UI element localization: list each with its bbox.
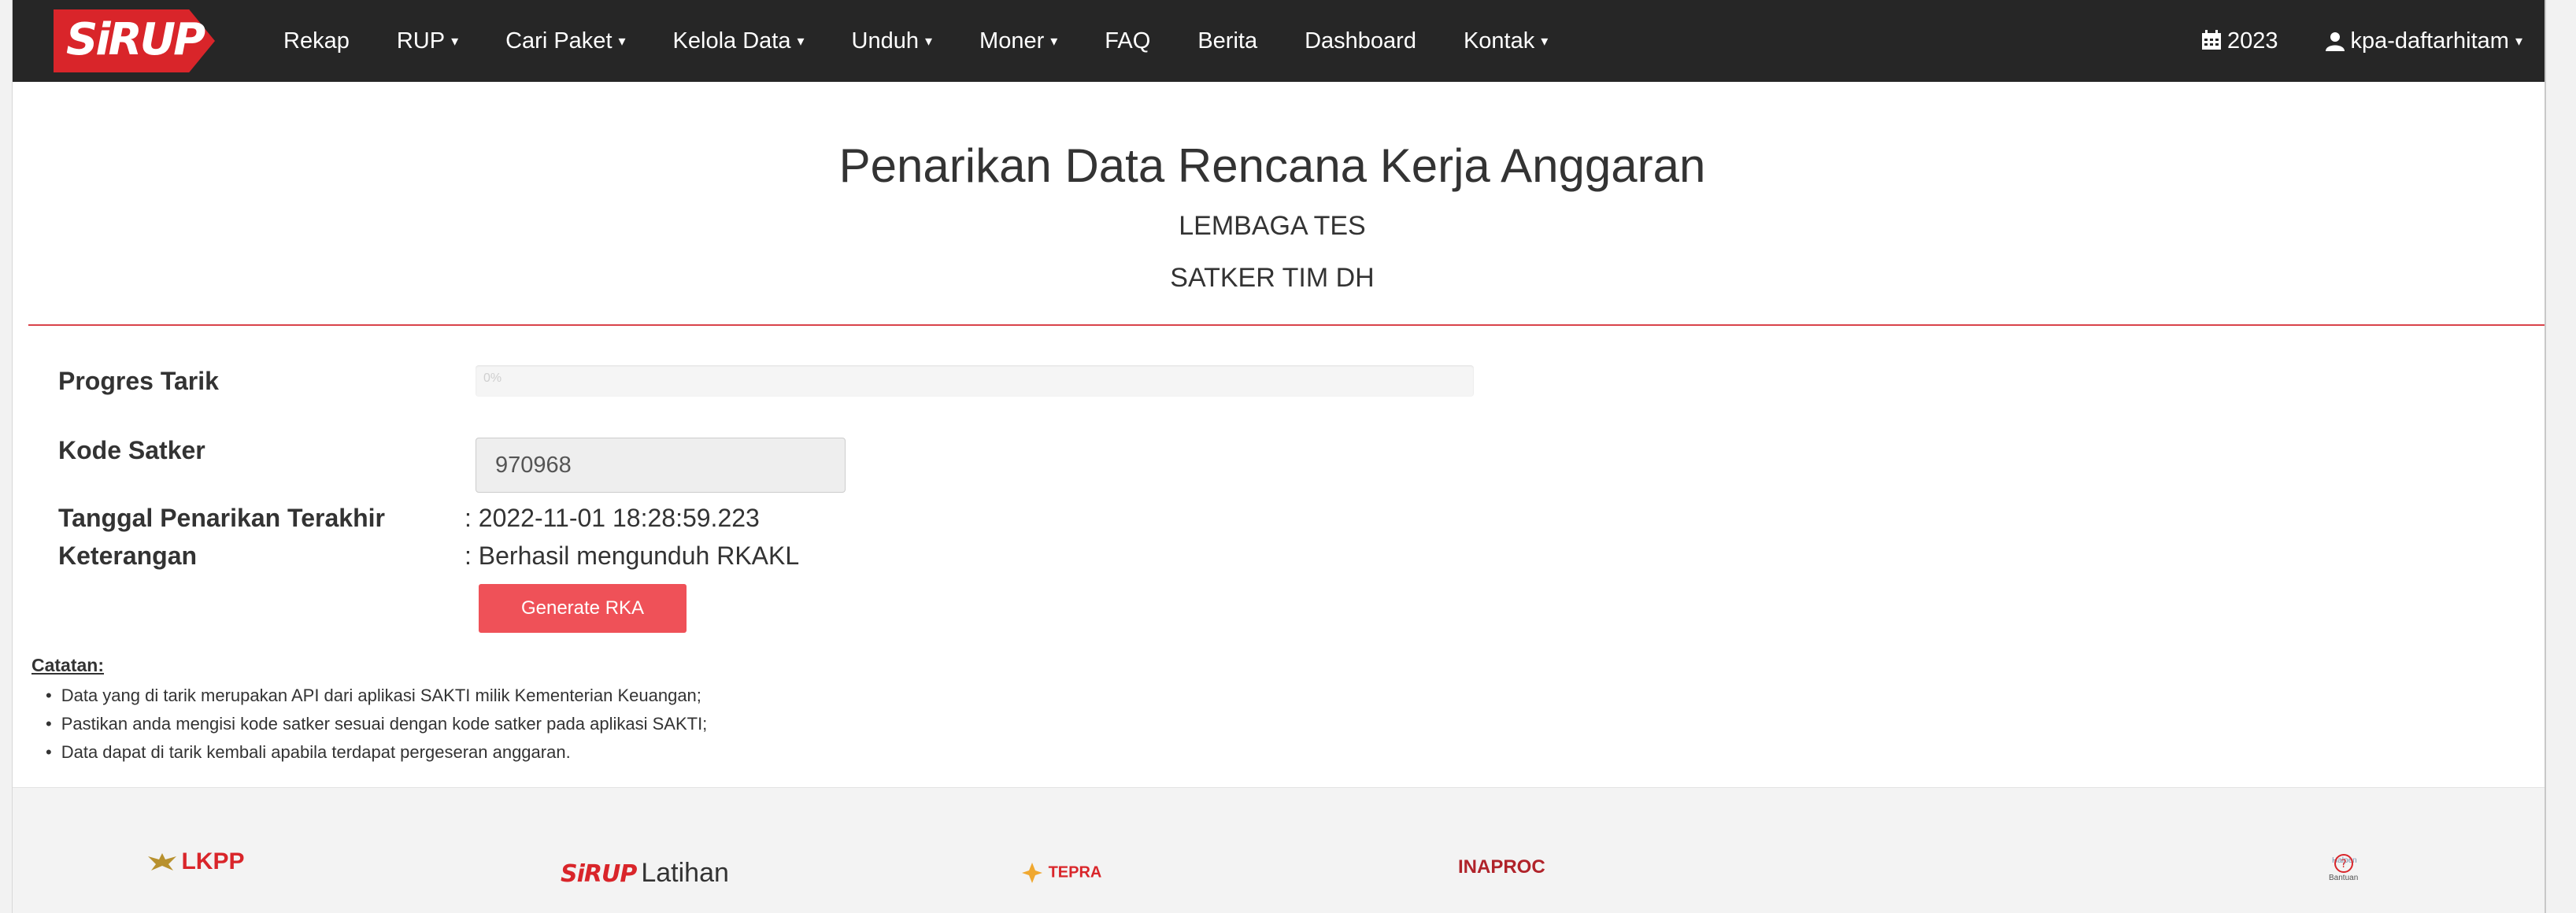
nav-moner[interactable]: Moner ▾ — [979, 28, 1057, 54]
brand-logo-text: SiRUP — [66, 14, 205, 65]
svg-text:?: ? — [2341, 858, 2346, 870]
nav-faq[interactable]: FAQ — [1105, 28, 1150, 54]
tepra-icon — [1022, 863, 1042, 883]
lkpp-logo[interactable]: LKPP — [146, 848, 244, 875]
caret-down-icon: ▾ — [797, 33, 805, 50]
satker-name: SATKER TIM DH — [1170, 263, 1375, 293]
tepra-logo[interactable]: TEPRA — [1020, 861, 1101, 885]
nav-kontak[interactable]: Kontak ▾ — [1464, 28, 1548, 54]
generate-rka-button[interactable]: Generate RKA — [479, 584, 687, 633]
catatan-title: Catatan: — [31, 655, 105, 675]
footer — [13, 787, 2545, 913]
caret-down-icon: ▾ — [925, 33, 933, 50]
bantuan-logo[interactable]: ? Bantuan — [2329, 853, 2358, 882]
window-frame-right — [2545, 0, 2576, 913]
sirup-latihan-logo[interactable]: SiRUP Latihan — [561, 858, 729, 889]
nav-user[interactable]: kpa-daftarhitam ▾ — [2325, 28, 2522, 54]
kode-satker-label: Kode Satker — [58, 436, 205, 464]
nav-rup[interactable]: RUP ▾ — [397, 28, 458, 54]
nav-berita[interactable]: Berita — [1197, 28, 1257, 54]
window-frame-left — [0, 0, 13, 913]
main-nav: Rekap RUP ▾ Cari Paket ▾ Kelola Data ▾ Undu… — [283, 28, 1595, 54]
keterangan-value: : Berhasil mengunduh RKAKL — [464, 542, 800, 570]
progres-label: Progres Tarik — [58, 367, 219, 395]
tanggal-value: : 2022-11-01 18:28:59.223 — [464, 504, 760, 532]
caret-down-icon: ▾ — [618, 33, 626, 50]
top-navbar: SiRUP Rekap RUP ▾ Cari Paket ▾ Kelola Data… — [13, 0, 2545, 82]
nav-unduh[interactable]: Unduh ▾ — [852, 28, 933, 54]
user-icon — [2326, 31, 2345, 51]
tanggal-label: Tanggal Penarikan Terakhir — [58, 504, 385, 532]
nav-right: 2023 kpa-daftarhitam ▾ — [2153, 0, 2522, 82]
progress-text: 0% — [483, 371, 502, 385]
garuda-icon — [148, 853, 176, 870]
kode-satker-input[interactable] — [476, 438, 846, 493]
nav-kelola-data[interactable]: Kelola Data ▾ — [673, 28, 805, 54]
page-title: Penarikan Data Rencana Kerja Anggaran — [838, 139, 1706, 192]
progress-bar: 0% — [476, 365, 1474, 397]
nav-cari-paket[interactable]: Cari Paket ▾ — [505, 28, 625, 54]
nav-rekap[interactable]: Rekap — [283, 28, 350, 54]
caret-down-icon: ▾ — [1050, 33, 1058, 50]
nav-dashboard[interactable]: Dashboard — [1305, 28, 1416, 54]
divider — [28, 324, 2545, 326]
catatan-item: Data yang di tarik merupakan API dari ap… — [46, 682, 707, 710]
lembaga-name: LEMBAGA TES — [1179, 211, 1366, 241]
help-icon: ? — [2334, 854, 2353, 873]
catatan-item: Data dapat di tarik kembali apabila terd… — [46, 738, 707, 767]
calendar-icon — [2201, 29, 2221, 50]
keterangan-label: Keterangan — [58, 542, 198, 570]
caret-down-icon: ▾ — [451, 33, 459, 50]
nav-year[interactable]: 2023 — [2200, 28, 2278, 54]
catatan-item: Pastikan anda mengisi kode satker sesuai… — [46, 710, 708, 738]
inaproc-logo[interactable]: INAPROC — [1458, 856, 1545, 878]
catatan-list: Data yang di tarik merupakan API dari ap… — [46, 682, 708, 767]
caret-down-icon: ▾ — [1541, 33, 1549, 50]
brand-logo[interactable]: SiRUP — [54, 9, 242, 72]
caret-down-icon: ▾ — [2515, 33, 2522, 50]
